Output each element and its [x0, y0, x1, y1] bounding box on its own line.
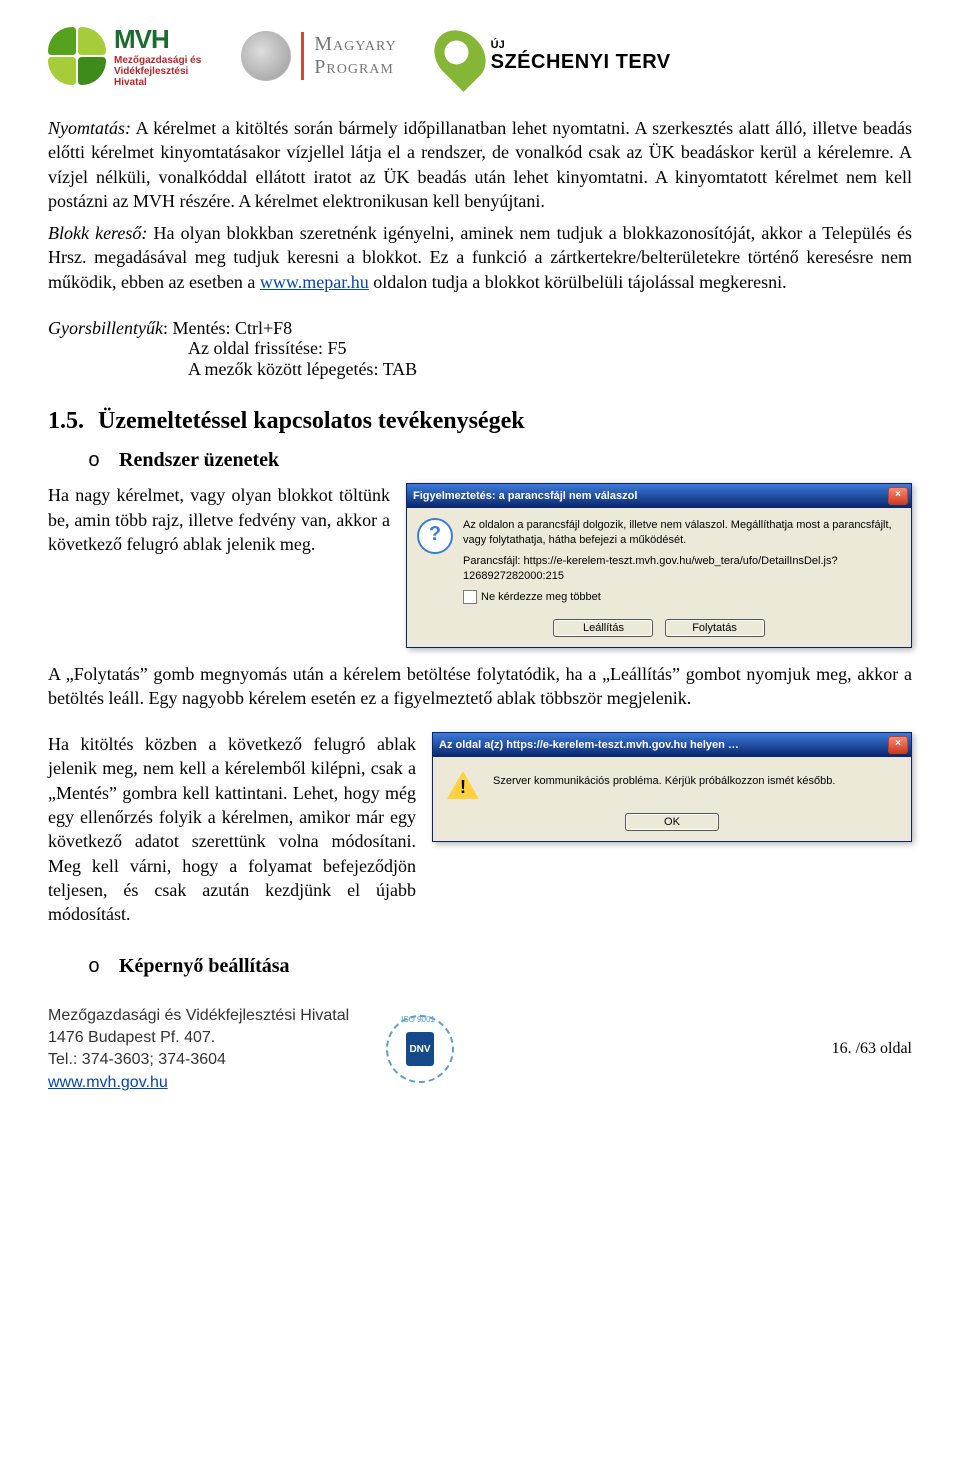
szechenyi-uj: ÚJ [491, 39, 671, 51]
gyors-mentes: Mentés: Ctrl+F8 [173, 318, 293, 338]
gyors-frissites: Az oldal frissítése: F5 [188, 338, 912, 359]
gyors-label: Gyorsbillentyűk [48, 318, 163, 338]
mvh-subtitle: Mezőgazdasági és Vidékfejlesztési Hivata… [114, 55, 201, 88]
blokk-paragraph: Blokk kereső: Ha olyan blokkban szeretné… [48, 221, 912, 294]
folytatas-paragraph: A „Folytatás” gomb megnyomás után a kére… [48, 662, 912, 711]
comm-error-dialog: Az oldal a(z) https://e-kerelem-teszt.mv… [432, 732, 912, 842]
dialog2-title: Az oldal a(z) https://e-kerelem-teszt.mv… [439, 739, 888, 751]
section-title: Üzemeltetéssel kapcsolatos tevékenységek [98, 408, 525, 434]
mvh-logo: MVH Mezőgazdasági és Vidékfejlesztési Hi… [48, 24, 201, 88]
blokk-after-link: oldalon tudja a blokkot körülbelüli tájo… [369, 272, 787, 292]
dialog2-titlebar: Az oldal a(z) https://e-kerelem-teszt.mv… [433, 733, 911, 757]
page-footer: Mezőgazdasági és Vidékfejlesztési Hivata… [48, 1005, 912, 1095]
footer-link[interactable]: www.mvh.gov.hu [48, 1074, 168, 1091]
rendszer-paragraph: Ha nagy kérelmet, vagy olyan blokkot töl… [48, 483, 390, 556]
section-num: 1.5. [48, 408, 92, 435]
cert-badge: ISO 9001 DNV [386, 1015, 454, 1083]
checkbox-icon[interactable] [463, 590, 477, 604]
close-icon[interactable]: × [888, 487, 908, 505]
sub-rendszer-title: Rendszer üzenetek [119, 449, 279, 471]
footer-address: 1476 Budapest Pf. 407. [48, 1027, 368, 1049]
mepar-link[interactable]: www.mepar.hu [260, 272, 369, 292]
checkbox-label: Ne kérdezze meg többet [481, 590, 601, 605]
sub-kepernyo: o Képernyő beállítása [88, 955, 912, 979]
sub-rendszer: o Rendszer üzenetek [88, 449, 912, 473]
mvh-leaf-icon [48, 27, 106, 85]
script-warning-dialog: Figyelmeztetés: a parancsfájl nem válasz… [406, 483, 912, 647]
question-icon: ? [417, 518, 453, 554]
dialog-checkbox[interactable]: Ne kérdezze meg többet [463, 590, 899, 605]
sub-kepernyo-title: Képernyő beállítása [119, 955, 290, 977]
section-heading: 1.5. Üzemeltetéssel kapcsolatos tevékeny… [48, 408, 912, 435]
blokk-label: Blokk kereső: [48, 223, 147, 243]
szechenyi-main: SZÉCHENYI TERV [491, 51, 671, 74]
gyors-tab: A mezők között lépegetés: TAB [188, 359, 912, 380]
pin-icon [424, 20, 496, 92]
magyary-logo: Magyary Program [241, 31, 396, 81]
nyomtatas-paragraph: Nyomtatás: A kérelmet a kitöltés során b… [48, 116, 912, 213]
magyary-text: Magyary Program [314, 33, 396, 79]
dialog-title: Figyelmeztetés: a parancsfájl nem válasz… [413, 490, 888, 502]
dnv-icon: DNV [406, 1032, 434, 1066]
dialog-msg-2: Parancsfájl: https://e-kerelem-teszt.mvh… [463, 554, 899, 584]
szechenyi-logo: ÚJ SZÉCHENYI TERV [437, 28, 671, 84]
dialog2-msg: Szerver kommunikációs probléma. Kérjük p… [493, 771, 835, 787]
close-icon[interactable]: × [888, 736, 908, 754]
kitoltes-paragraph: Ha kitöltés közben a következő felugró a… [48, 732, 416, 926]
mvh-title: MVH [114, 24, 201, 55]
nyomtatas-text: A kérelmet a kitöltés során bármely időp… [48, 118, 912, 211]
medal-icon [241, 31, 291, 81]
footer-org-name: Mezőgazdasági és Vidékfejlesztési Hivata… [48, 1005, 368, 1027]
warning-icon: ! [447, 771, 479, 799]
ok-button[interactable]: OK [625, 813, 719, 831]
gyors-line1: Gyorsbillentyűk: Mentés: Ctrl+F8 [48, 316, 912, 340]
page-number: 16. /63 oldal [472, 1040, 912, 1058]
footer-tel: Tel.: 374-3603; 374-3604 [48, 1049, 368, 1071]
dialog-titlebar: Figyelmeztetés: a parancsfájl nem válasz… [407, 484, 911, 508]
dialog-msg-1: Az oldalon a parancsfájl dolgozik, illet… [463, 518, 899, 548]
bullet-o-icon: o [88, 450, 114, 473]
nyomtatas-label: Nyomtatás: [48, 118, 131, 138]
continue-button[interactable]: Folytatás [665, 619, 765, 637]
header-logos: MVH Mezőgazdasági és Vidékfejlesztési Hi… [48, 24, 912, 88]
stop-button[interactable]: Leállítás [553, 619, 653, 637]
bullet-o-icon: o [88, 956, 114, 979]
